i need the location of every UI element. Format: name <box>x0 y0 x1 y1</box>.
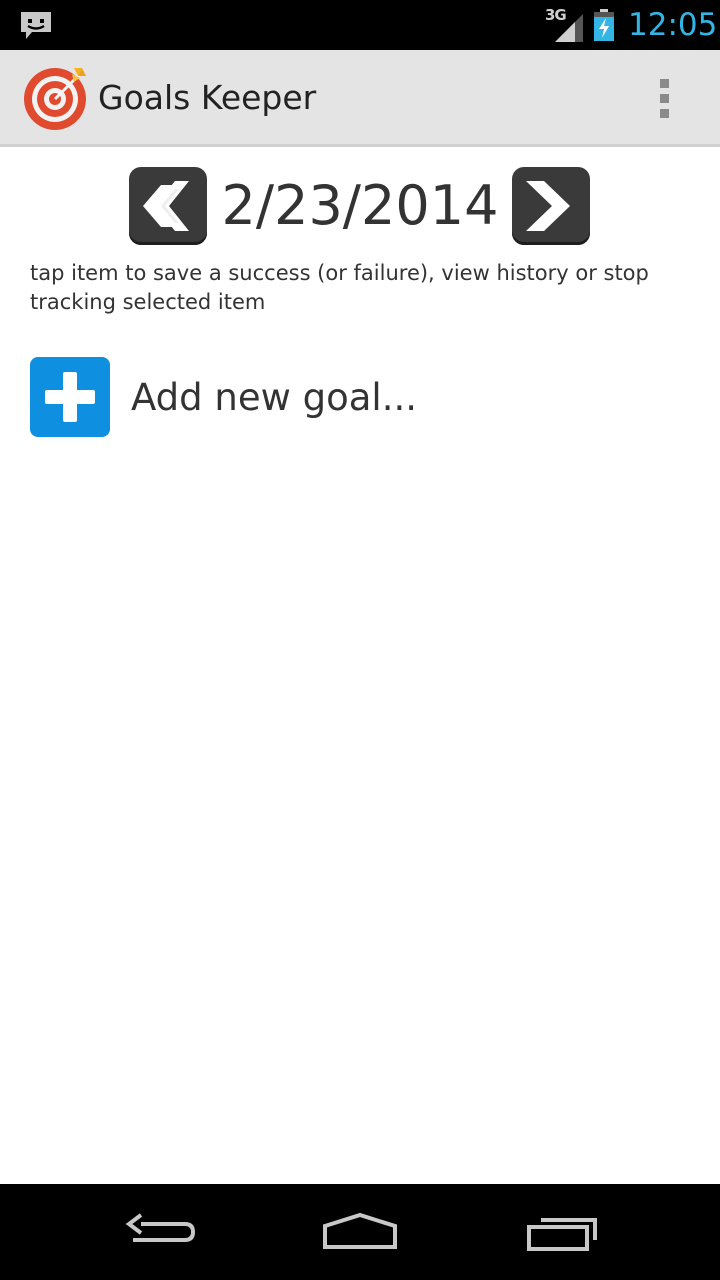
back-button[interactable] <box>115 1202 205 1262</box>
signal-icon <box>555 14 583 42</box>
overflow-dot <box>659 93 669 103</box>
overflow-menu-icon[interactable] <box>646 70 682 126</box>
notification-chat-icon <box>21 12 51 39</box>
plus-icon <box>30 357 110 437</box>
home-button[interactable] <box>315 1202 405 1262</box>
system-navigation-bar <box>0 1184 720 1280</box>
chevron-right-icon <box>526 181 570 231</box>
action-bar: Goals Keeper <box>0 50 720 147</box>
instruction-text: tap item to save a success (or failure),… <box>30 261 649 314</box>
back-icon <box>125 1213 196 1242</box>
home-icon <box>323 1212 397 1249</box>
add-new-goal-item[interactable]: Add new goal... <box>30 357 630 437</box>
add-goal-label: Add new goal... <box>131 376 417 419</box>
recent-apps-button[interactable] <box>517 1202 607 1262</box>
app-title: Goals Keeper <box>98 78 317 117</box>
next-day-button[interactable] <box>512 167 590 245</box>
battery-charging-icon <box>594 9 614 41</box>
recent-apps-icon <box>527 1218 597 1251</box>
overflow-dot <box>659 108 669 118</box>
current-date: 2/23/2014 <box>221 174 499 237</box>
previous-day-button[interactable] <box>129 167 207 245</box>
status-bar: 3G 12:05 <box>0 0 720 50</box>
clock: 12:05 <box>628 7 718 43</box>
target-arrow-icon <box>24 68 86 130</box>
chevron-left-icon <box>143 181 189 231</box>
overflow-dot <box>659 78 669 88</box>
